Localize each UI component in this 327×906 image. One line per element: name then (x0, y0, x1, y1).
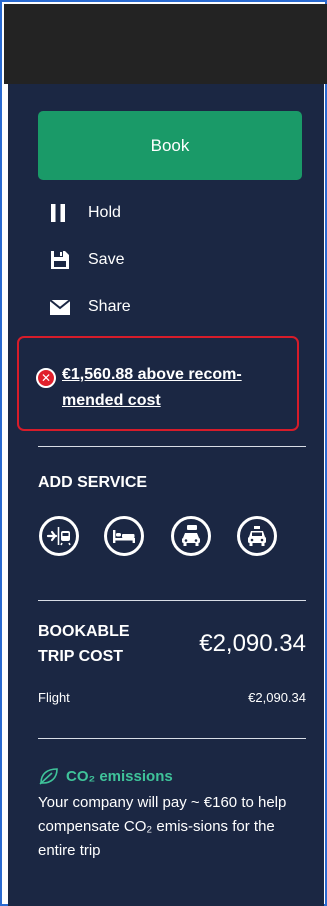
cost-label-line2: TRIP COST (38, 648, 124, 665)
envelope-icon (50, 296, 76, 318)
save-action[interactable]: Save (50, 248, 124, 272)
save-label: Save (88, 251, 125, 268)
car-rental-icon[interactable] (171, 516, 211, 556)
pause-icon (50, 202, 76, 224)
top-bar (4, 4, 327, 84)
bookable-trip-cost-value: €2,090.34 (199, 630, 306, 657)
co2-description: Your company will pay ~ €160 to help com… (38, 794, 287, 859)
cost-warning-link[interactable]: €1,560.88 above recom-mended cost (62, 362, 294, 414)
cost-label-line1: BOOKABLE (38, 623, 130, 640)
floppy-disk-icon (50, 249, 76, 271)
divider (38, 446, 306, 447)
share-label: Share (88, 298, 131, 315)
hold-action[interactable]: Hold (50, 201, 121, 225)
flight-train-icon[interactable] (39, 516, 79, 556)
cost-warning-box: ✕ €1,560.88 above recom-mended cost (17, 336, 299, 431)
leaf-icon (38, 767, 60, 785)
share-action[interactable]: Share (50, 295, 131, 319)
hold-label: Hold (88, 204, 121, 221)
add-service-title: ADD SERVICE (38, 474, 148, 491)
flight-cost-label: Flight (38, 690, 70, 705)
flight-cost-value: €2,090.34 (248, 690, 306, 705)
bookable-trip-cost-label: BOOKABLE TRIP COST (38, 619, 130, 669)
error-circle-icon: ✕ (36, 368, 56, 388)
divider (38, 738, 306, 739)
co2-emissions-title: CO₂ emissions (38, 767, 173, 785)
hotel-bed-icon[interactable] (104, 516, 144, 556)
booking-sidebar: Book Hold Save Share ✕ €1,560.88 above r… (8, 84, 324, 906)
book-button[interactable]: Book (38, 111, 302, 180)
co2-title-text: CO₂ emissions (66, 767, 173, 785)
divider (38, 600, 306, 601)
taxi-icon[interactable] (237, 516, 277, 556)
window-frame: Book Hold Save Share ✕ €1,560.88 above r… (0, 0, 327, 906)
